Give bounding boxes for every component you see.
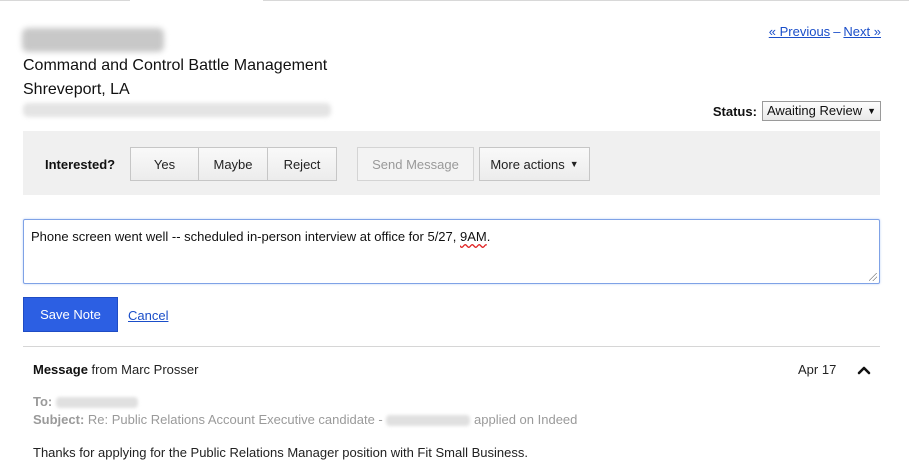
message-body: Thanks for applying for the Public Relat… xyxy=(33,445,528,460)
status-select[interactable]: Awaiting Review ▼ xyxy=(761,101,881,121)
candidate-contact-redacted xyxy=(23,103,331,117)
candidate-location: Shreveport, LA xyxy=(23,81,130,98)
pager: « Previous – Next » xyxy=(769,24,881,39)
candidate-job-title: Command and Control Battle Management xyxy=(23,57,328,74)
yes-button[interactable]: Yes xyxy=(130,147,199,181)
more-actions-button[interactable]: More actions ▼ xyxy=(479,147,590,181)
cancel-link[interactable]: Cancel xyxy=(128,308,168,323)
send-message-button[interactable]: Send Message xyxy=(357,147,474,181)
candidate-name-redacted xyxy=(22,28,164,52)
save-note-button[interactable]: Save Note xyxy=(23,297,118,332)
more-actions-label: More actions xyxy=(490,156,565,172)
caret-down-icon: ▼ xyxy=(867,105,876,116)
note-text-spellcheck-flag: 9AM xyxy=(460,229,487,244)
to-label: To: xyxy=(33,394,53,409)
status-control: Status: Awaiting Review ▼ xyxy=(713,101,881,121)
message-to: To: xyxy=(33,394,138,409)
caret-down-icon: ▼ xyxy=(569,159,579,169)
subject-label: Subject: xyxy=(33,412,85,427)
status-value: Awaiting Review xyxy=(766,103,863,118)
subject-end: applied on Indeed xyxy=(474,412,578,427)
note-textarea[interactable]: Phone screen went well -- scheduled in-p… xyxy=(23,219,880,284)
maybe-button[interactable]: Maybe xyxy=(199,147,268,181)
message-date: Apr 17 xyxy=(798,362,837,377)
message-title: Message xyxy=(33,362,88,377)
resize-handle-icon[interactable] xyxy=(869,273,877,281)
interested-label: Interested? xyxy=(45,157,116,172)
status-label: Status: xyxy=(712,103,757,119)
message-header: Message from Marc Prosser xyxy=(33,362,198,377)
interest-button-group: Yes Maybe Reject xyxy=(130,147,337,181)
note-text-end: . xyxy=(486,229,491,244)
recipient-redacted xyxy=(55,397,138,409)
previous-link[interactable]: « Previous xyxy=(769,24,830,39)
message-subject: Subject: Re: Public Relations Account Ex… xyxy=(33,412,577,427)
chevron-up-icon[interactable] xyxy=(856,363,872,377)
next-link[interactable]: Next » xyxy=(843,24,881,39)
pager-separator: – xyxy=(833,24,841,39)
subject-name-redacted xyxy=(386,415,471,427)
message-from: from Marc Prosser xyxy=(91,362,199,377)
section-divider xyxy=(23,346,880,347)
note-text: Phone screen went well -- scheduled in-p… xyxy=(31,229,460,244)
subject-start: Re: Public Relations Account Executive c… xyxy=(87,412,383,427)
candidate-action-bar: Interested? Yes Maybe Reject Send Messag… xyxy=(23,131,880,195)
active-tab-indicator xyxy=(130,0,263,2)
reject-button[interactable]: Reject xyxy=(268,147,337,181)
